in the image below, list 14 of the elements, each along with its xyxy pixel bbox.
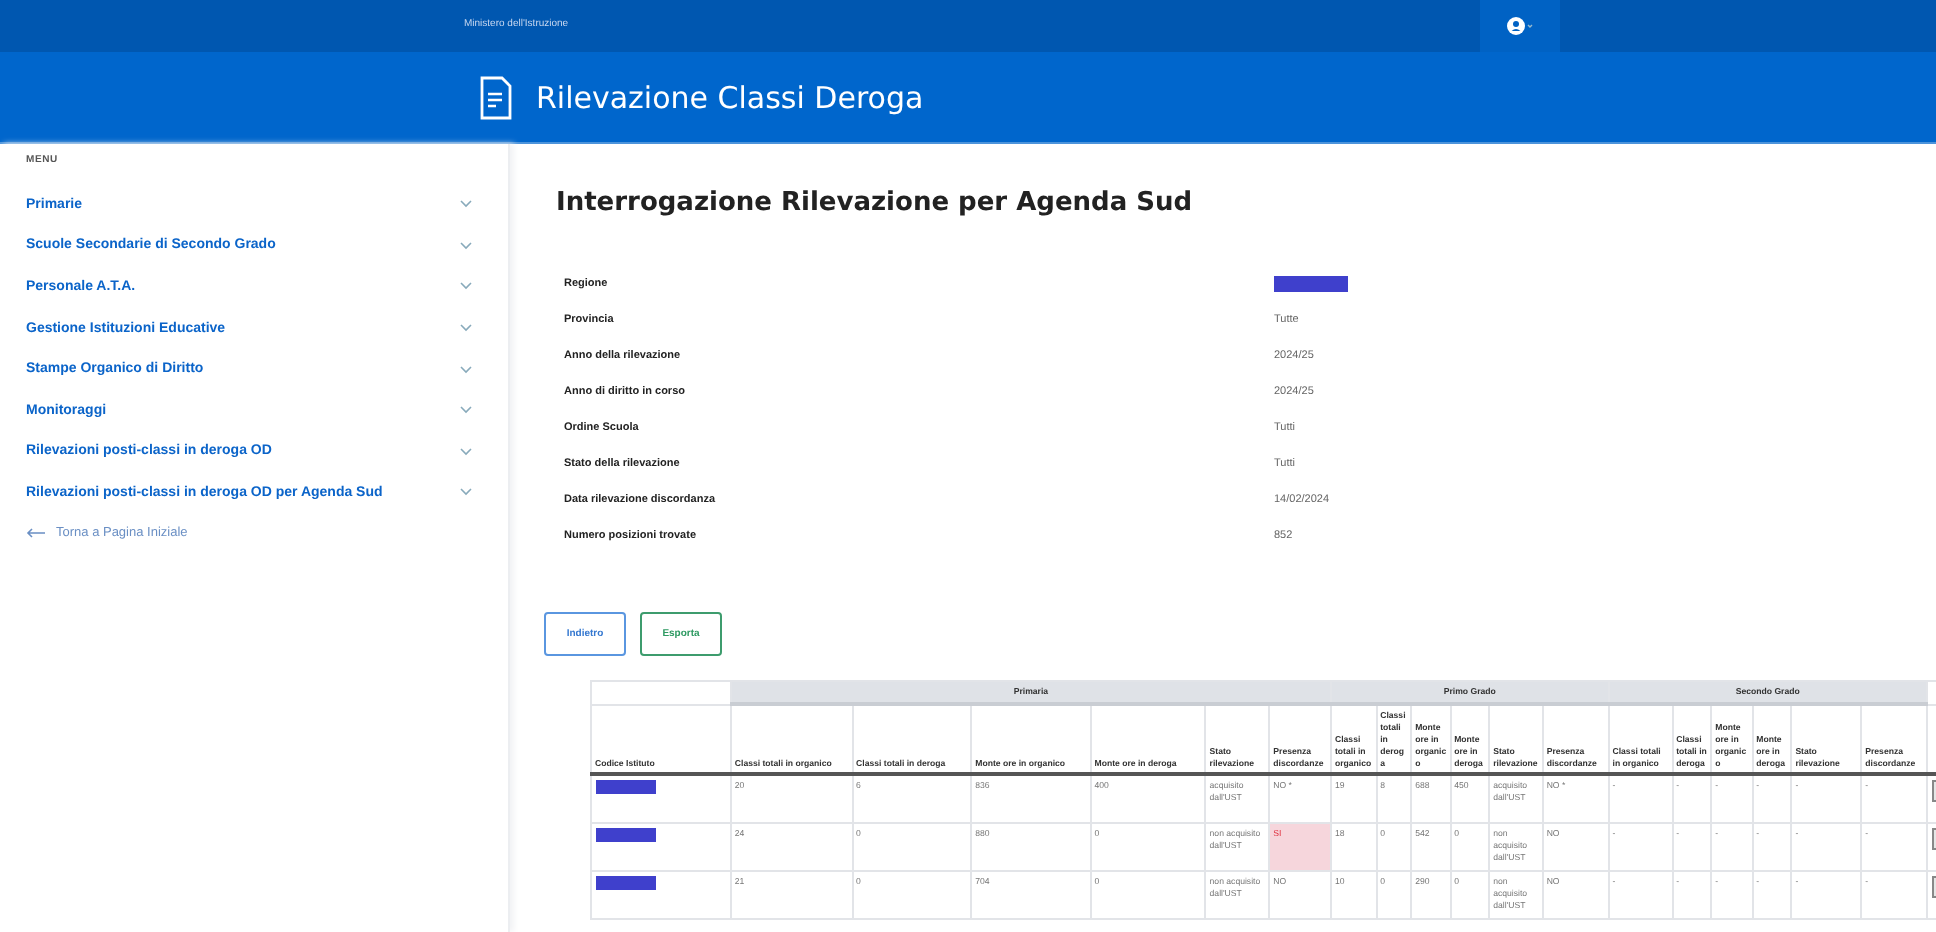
user-avatar-icon [1506, 16, 1534, 36]
chevron-down-icon [460, 447, 472, 456]
user-menu-button[interactable] [1480, 0, 1560, 52]
document-icon [480, 75, 512, 119]
chevron-down-icon [460, 365, 472, 374]
chevron-down-icon [460, 324, 472, 333]
chevron-down-icon [460, 406, 472, 415]
chevron-down-icon [460, 282, 472, 291]
page-title: Interrogazione Rilevazione per Agenda Sud [556, 188, 1195, 218]
chevron-down-icon [460, 241, 472, 250]
chevron-down-icon [460, 488, 472, 497]
chevron-down-icon [460, 200, 472, 209]
app-title: Rilevazione Classi Deroga [536, 79, 924, 115]
arrow-left-icon [26, 528, 46, 539]
